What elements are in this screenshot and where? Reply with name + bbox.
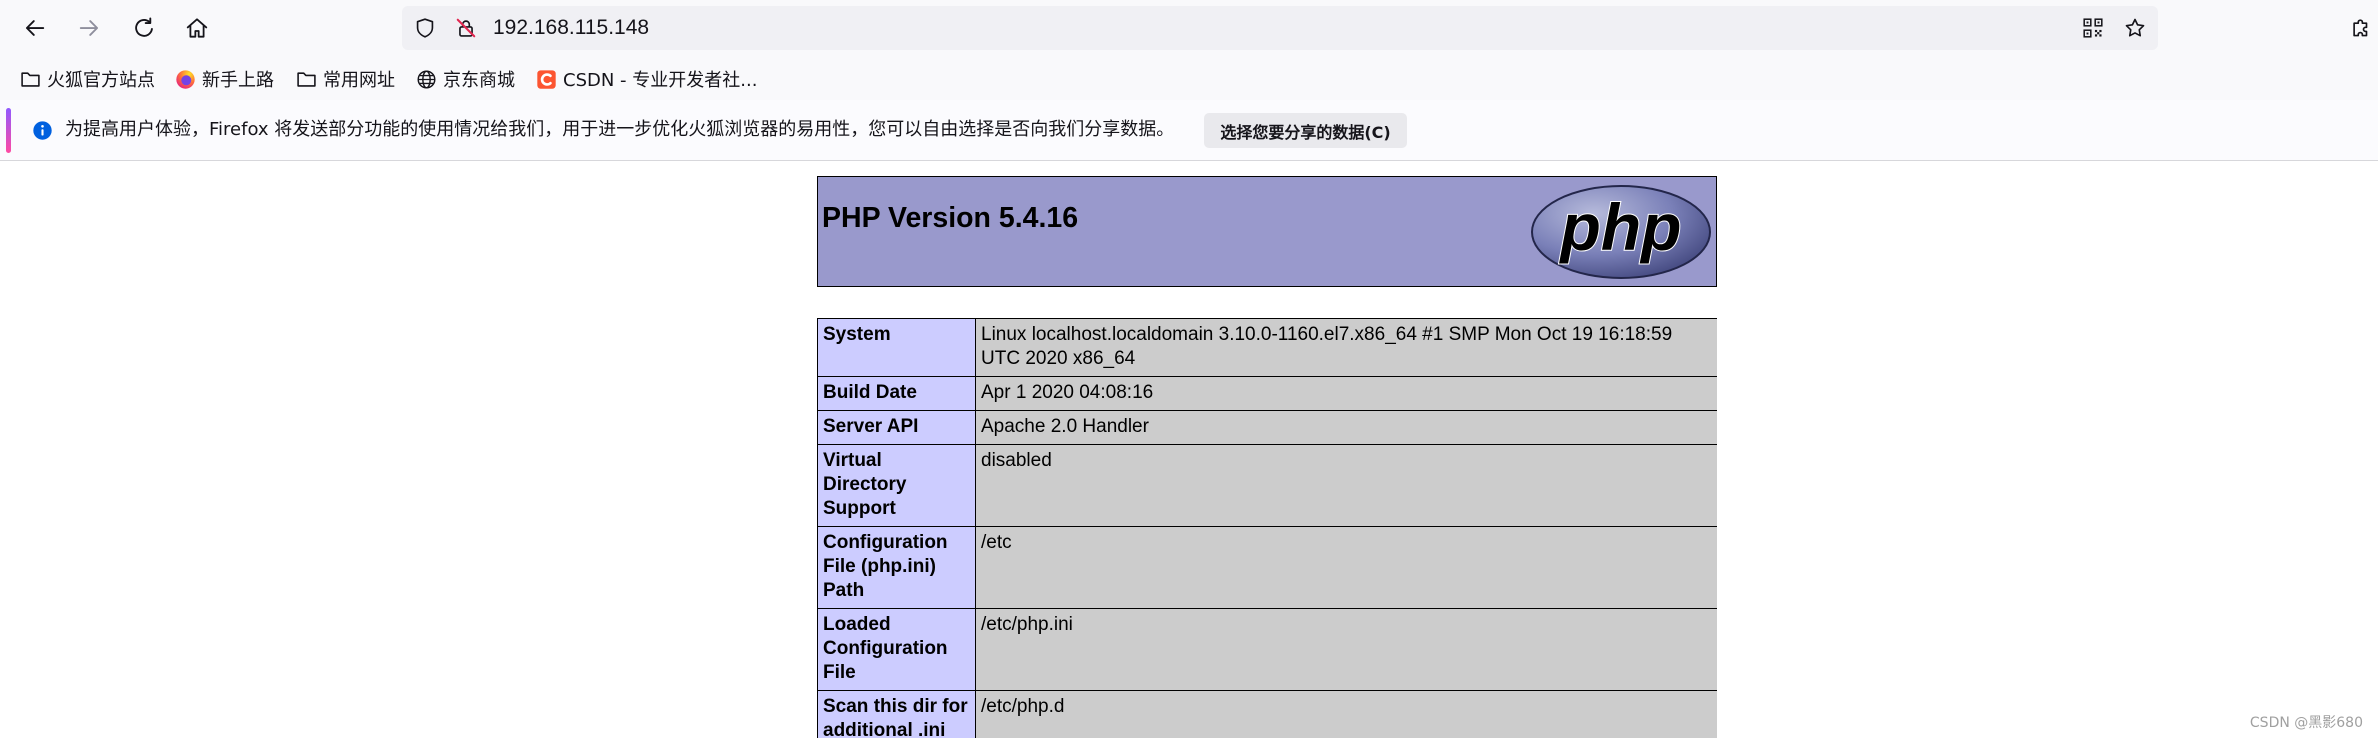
qr-code-icon[interactable] xyxy=(2082,17,2104,39)
csdn-icon xyxy=(537,69,556,89)
row-value: disabled xyxy=(981,450,1052,471)
url-text[interactable]: 192.168.115.148 xyxy=(493,6,649,50)
row-value-cell: /etc/php.ini xyxy=(975,608,1717,691)
row-label: Configuration File (php.ini) Path xyxy=(823,532,948,601)
notification-accent-bar xyxy=(6,108,11,153)
page-title: PHP Version 5.4.16 xyxy=(822,202,1079,234)
row-label: Virtual Directory Support xyxy=(823,450,907,519)
table-row: Configuration File (php.ini) Path /etc xyxy=(817,526,1717,609)
php-version-header: PHP Version 5.4.16 php xyxy=(817,176,1717,287)
back-icon xyxy=(25,20,45,36)
choose-data-to-share-button[interactable]: 选择您要分享的数据(C) xyxy=(1204,113,1407,148)
bookmark-label: 火狐官方站点 xyxy=(47,70,155,91)
bookmarks-toolbar: 火狐官方站点 新手上路 常用网址 京东商城 CSDN - 专业开发者社... xyxy=(0,58,2378,100)
home-icon xyxy=(186,18,208,38)
table-row: Loaded Configuration File /etc/php.ini xyxy=(817,608,1717,691)
table-row: Scan this dir for additional .ini /etc/p… xyxy=(817,690,1717,738)
row-value-cell: /etc xyxy=(975,526,1717,609)
table-row: Server API Apache 2.0 Handler xyxy=(817,410,1717,445)
bookmark-item-getting-started[interactable]: 新手上路 xyxy=(175,58,274,100)
forward-button[interactable] xyxy=(71,10,107,46)
insecure-lock-icon[interactable] xyxy=(455,17,477,39)
row-label: Loaded Configuration File xyxy=(823,614,948,683)
row-value-cell: Apache 2.0 Handler xyxy=(975,410,1717,445)
reload-icon xyxy=(135,17,153,37)
reload-button[interactable] xyxy=(126,10,162,46)
row-label-cell: Virtual Directory Support xyxy=(817,444,976,527)
row-value-cell: disabled xyxy=(975,444,1717,527)
firefox-icon xyxy=(176,69,195,89)
row-label: System xyxy=(823,324,891,345)
back-button[interactable] xyxy=(17,10,53,46)
bookmark-star-icon[interactable] xyxy=(2124,17,2146,39)
notification-message: 为提高用户体验，Firefox 将发送部分功能的使用情况给我们，用于进一步优化火… xyxy=(65,119,1175,140)
row-label: Build Date xyxy=(823,382,917,403)
bookmark-label: 常用网址 xyxy=(323,70,395,91)
table-row: System Linux localhost.localdomain 3.10.… xyxy=(817,318,1717,377)
tracking-protection-shield-icon[interactable] xyxy=(414,17,436,39)
row-label-cell: Build Date xyxy=(817,376,976,411)
row-label-cell: Loaded Configuration File xyxy=(817,608,976,691)
row-label-cell: System xyxy=(817,318,976,377)
bookmark-item-csdn[interactable]: CSDN - 专业开发者社... xyxy=(536,58,757,100)
php-info-table-container: System Linux localhost.localdomain 3.10.… xyxy=(817,318,1717,740)
info-icon xyxy=(33,121,52,140)
table-row: Build Date Apr 1 2020 04:08:16 xyxy=(817,376,1717,411)
url-bar[interactable]: 192.168.115.148 xyxy=(402,6,2158,50)
row-value: Apache 2.0 Handler xyxy=(981,416,1149,437)
table-row: Virtual Directory Support disabled xyxy=(817,444,1717,527)
bookmark-item-common-sites[interactable]: 常用网址 xyxy=(296,58,395,100)
row-value: /etc/php.d xyxy=(981,696,1065,717)
folder-icon xyxy=(297,71,316,87)
row-label: Server API xyxy=(823,416,919,437)
bookmark-label: 京东商城 xyxy=(443,70,515,91)
bookmark-item-firefox-official[interactable]: 火狐官方站点 xyxy=(20,58,155,100)
extensions-button[interactable] xyxy=(2346,12,2376,44)
row-label-cell: Scan this dir for additional .ini xyxy=(817,690,976,738)
row-label-cell: Server API xyxy=(817,410,976,445)
row-value: /etc xyxy=(981,532,1012,553)
row-value: /etc/php.ini xyxy=(981,614,1073,635)
navigation-toolbar: 192.168.115.148 xyxy=(0,0,2378,58)
php-logo-text: php xyxy=(1559,190,1682,264)
row-value: Apr 1 2020 04:08:16 xyxy=(981,382,1154,403)
php-logo[interactable]: php xyxy=(1530,184,1712,280)
globe-icon xyxy=(417,70,436,88)
row-value: Linux localhost.localdomain 3.10.0-1160.… xyxy=(981,324,1673,369)
bookmark-item-jd[interactable]: 京东商城 xyxy=(416,58,515,100)
row-value-cell: /etc/php.d xyxy=(975,690,1717,738)
row-label-cell: Configuration File (php.ini) Path xyxy=(817,526,976,609)
row-value-cell: Apr 1 2020 04:08:16 xyxy=(975,376,1717,411)
row-value-cell: Linux localhost.localdomain 3.10.0-1160.… xyxy=(975,318,1717,377)
home-button[interactable] xyxy=(179,10,215,46)
forward-icon xyxy=(79,20,99,36)
row-label: Scan this dir for additional .ini xyxy=(823,696,968,738)
bookmark-label: CSDN - 专业开发者社... xyxy=(563,70,758,91)
bookmark-label: 新手上路 xyxy=(202,70,274,91)
php-info-table: System Linux localhost.localdomain 3.10.… xyxy=(817,318,1717,738)
data-reporting-notification: 为提高用户体验，Firefox 将发送部分功能的使用情况给我们，用于进一步优化火… xyxy=(0,100,2378,161)
extensions-icon xyxy=(2353,19,2368,37)
csdn-watermark: CSDN @黑影680 xyxy=(2249,715,2363,731)
folder-icon xyxy=(21,71,40,87)
